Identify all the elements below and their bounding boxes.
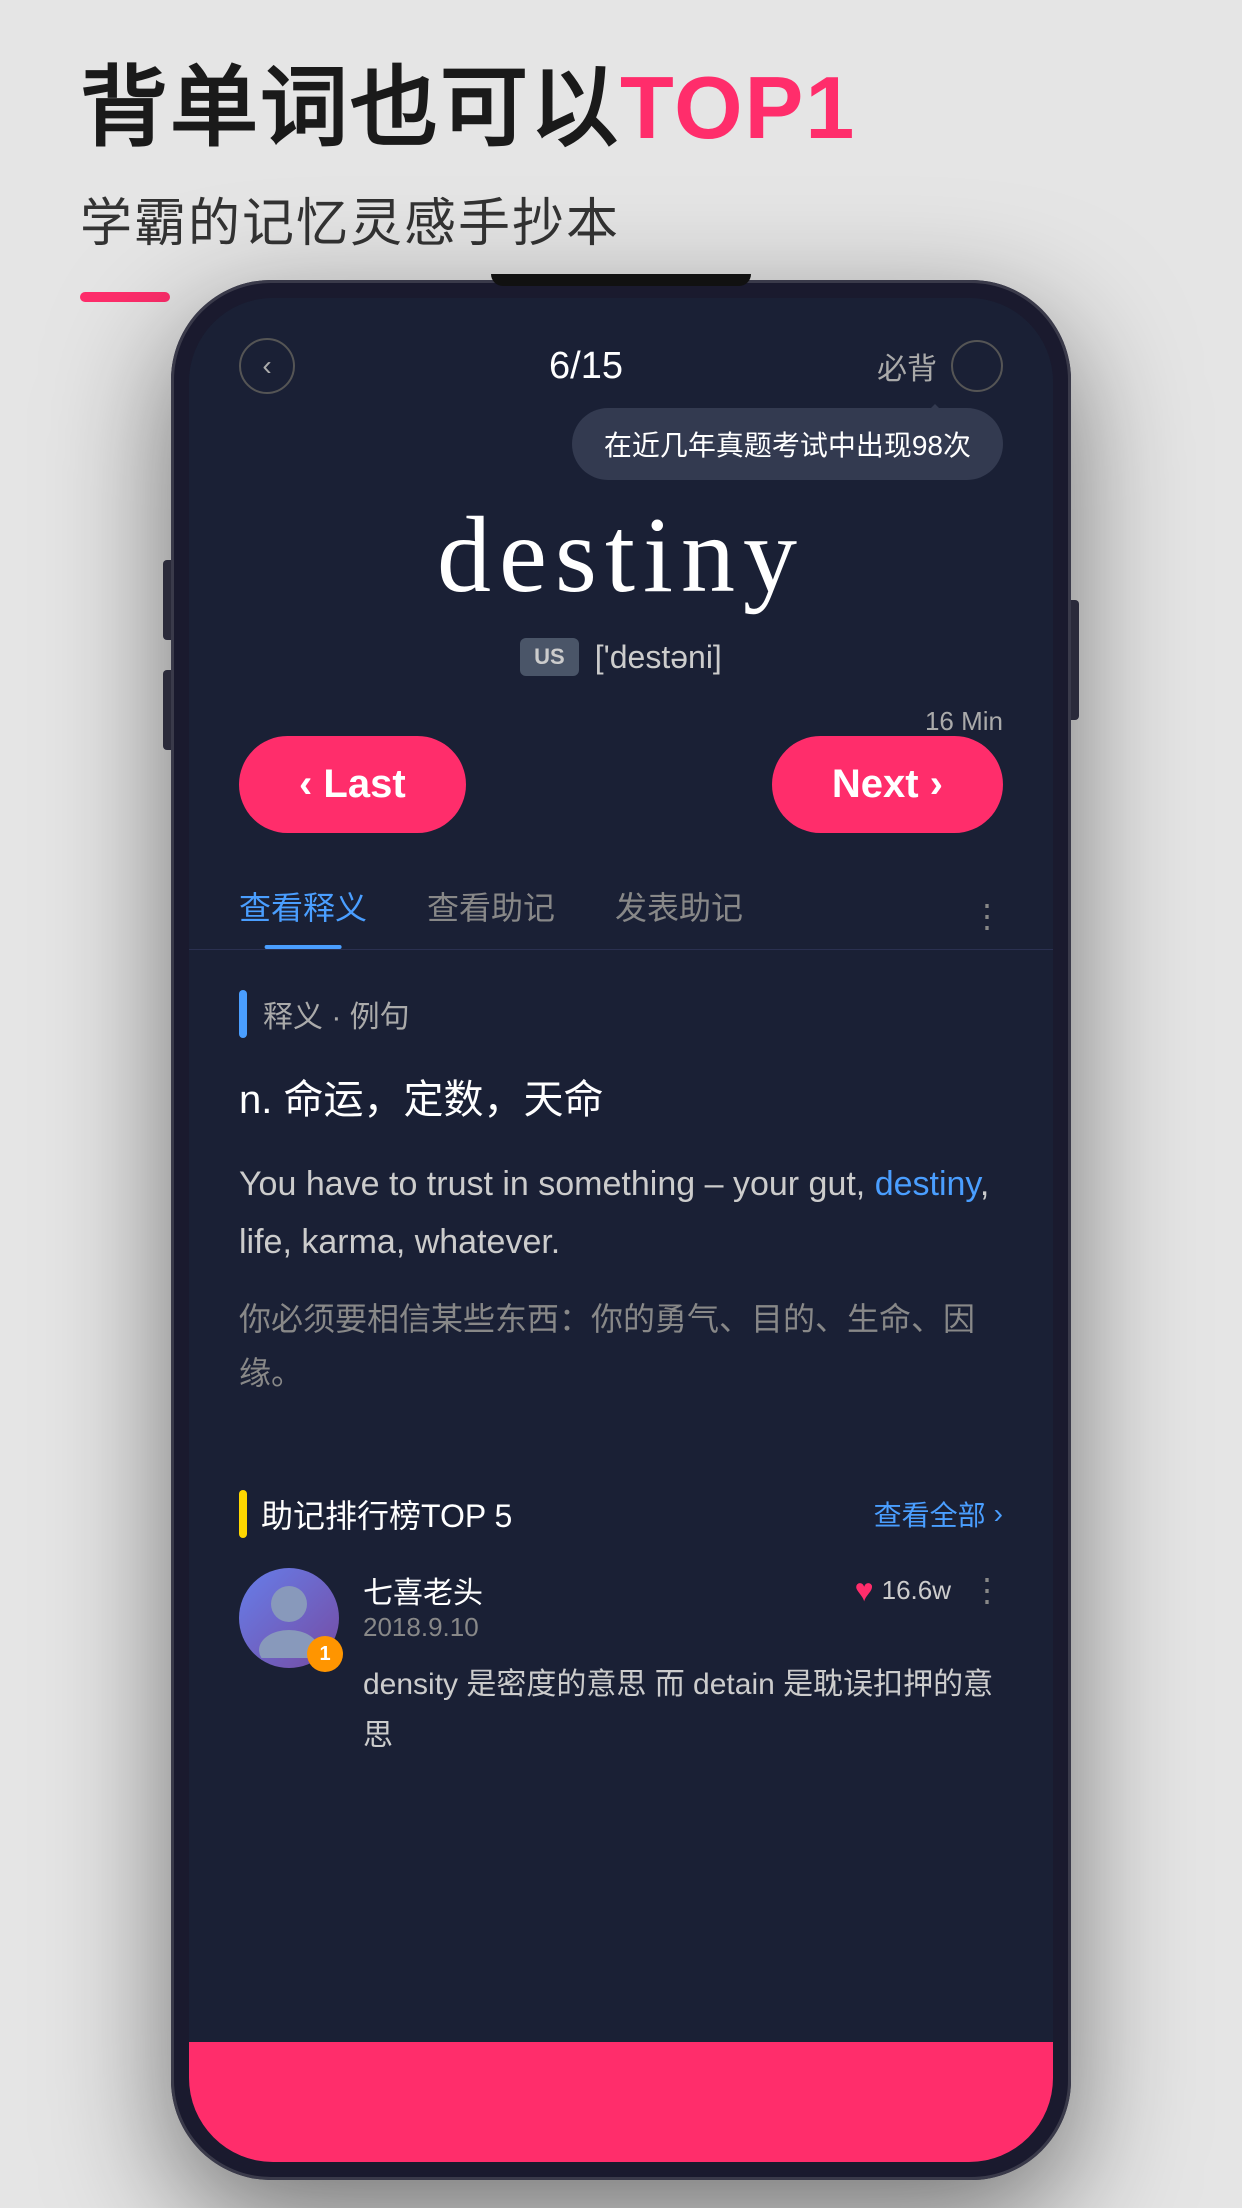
mnemonic-content: density 是密度的意思 而 detain 是耽误扣押的意思 [363,1659,1003,1761]
definition-label: 释义 · 例句 [239,990,1003,1038]
user-card: 1 七喜老头 ♥ 16.6w ⋮ [239,1568,1003,1761]
volume-up-button [163,560,171,640]
nav-buttons: 16 Min ‹ Last Next › [189,716,1053,853]
last-button[interactable]: ‹ Last [239,736,466,833]
pink-underline [80,292,170,302]
tab-definition[interactable]: 查看释义 [239,883,367,949]
example-en-part1: You have to trust in something – your gu… [239,1165,875,1203]
view-all-label: 查看全部 [874,1494,986,1534]
tabs-row: 查看释义 查看助记 发表助记 ⋮ [189,853,1053,950]
definition-label-bar [239,990,247,1038]
tooltip: 在近几年真题考试中出现98次 [572,408,1003,480]
mnemonic-label-bar [239,1490,247,1538]
avatar-container: 1 [239,1568,339,1668]
heart-count: ♥ 16.6w [855,1572,951,1609]
tab-post-mnemonic[interactable]: 发表助记 [615,883,743,949]
header-section: 背单词也可以TOP1 学霸的记忆灵感手抄本 [80,60,1162,302]
like-count: 16.6w [882,1575,951,1606]
headline-part2: TOP1 [620,58,856,157]
word-main: destiny [229,494,1013,618]
definition-label-text: 释义 · 例句 [263,992,410,1036]
must-memorize[interactable]: 必背 [877,340,1003,392]
headline-part1: 背单词也可以 [80,58,620,157]
user-info: 七喜老头 ♥ 16.6w ⋮ 2018.9.10 de [363,1568,1003,1761]
username: 七喜老头 [363,1568,483,1612]
phonetic: ['destəni] [595,639,722,676]
tab-mnemonic[interactable]: 查看助记 [427,883,555,949]
bottom-pink-bar [189,2042,1053,2162]
back-button[interactable]: ‹ [239,338,295,394]
definition-content: n. 命运，定数，天命 [239,1078,603,1122]
mnemonic-header: 助记排行榜TOP 5 查看全部 › [239,1490,1003,1538]
view-all-button[interactable]: 查看全部 › [874,1494,1003,1534]
definition-section: 释义 · 例句 n. 命运，定数，天命 You have to trust in… [189,950,1053,1470]
top-bar: ‹ 6/15 必背 [189,298,1053,414]
example-en-highlight: destiny [875,1165,980,1203]
time-hint: 16 Min [925,706,1003,737]
example-chinese: 你必须要相信某些东西：你的勇气、目的、生命、因缘。 [239,1292,1003,1401]
rank-badge: 1 [307,1636,343,1672]
more-dots[interactable]: ⋮ [971,1571,1003,1609]
tab-more[interactable]: ⋮ [971,897,1003,935]
mnemonic-label: 助记排行榜TOP 5 [239,1490,512,1538]
mnemonic-section: 助记排行榜TOP 5 查看全部 › [189,1470,1053,1781]
user-meta: ♥ 16.6w ⋮ [855,1571,1003,1609]
screen-content: ‹ 6/15 必背 在近几年真题考试中出现98次 destiny US ['de… [189,298,1053,2162]
next-button[interactable]: Next › [772,736,1003,833]
phone-screen: ‹ 6/15 必背 在近几年真题考试中出现98次 destiny US ['de… [189,298,1053,2162]
phone-mockup: ‹ 6/15 必背 在近几年真题考试中出现98次 destiny US ['de… [171,280,1071,2180]
must-memorize-label: 必背 [877,344,937,388]
power-button [1071,600,1079,720]
sub-headline: 学霸的记忆灵感手抄本 [80,181,1162,256]
phone-outer: ‹ 6/15 必背 在近几年真题考试中出现98次 destiny US ['de… [171,280,1071,2180]
mnemonic-label-text: 助记排行榜TOP 5 [261,1491,512,1537]
us-badge[interactable]: US [520,638,579,676]
example-english: You have to trust in something – your gu… [239,1156,1003,1272]
definition-text: n. 命运，定数，天命 [239,1068,1003,1132]
date-text: 2018.9.10 [363,1612,1003,1643]
heart-icon: ♥ [855,1572,874,1609]
pronunciation-row: US ['destəni] [229,638,1013,676]
headline: 背单词也可以TOP1 [80,60,1162,157]
user-row: 七喜老头 ♥ 16.6w ⋮ [363,1568,1003,1612]
volume-down-button [163,670,171,750]
progress-text: 6/15 [549,345,623,388]
chevron-right-icon: › [994,1498,1003,1530]
must-memorize-toggle[interactable] [951,340,1003,392]
